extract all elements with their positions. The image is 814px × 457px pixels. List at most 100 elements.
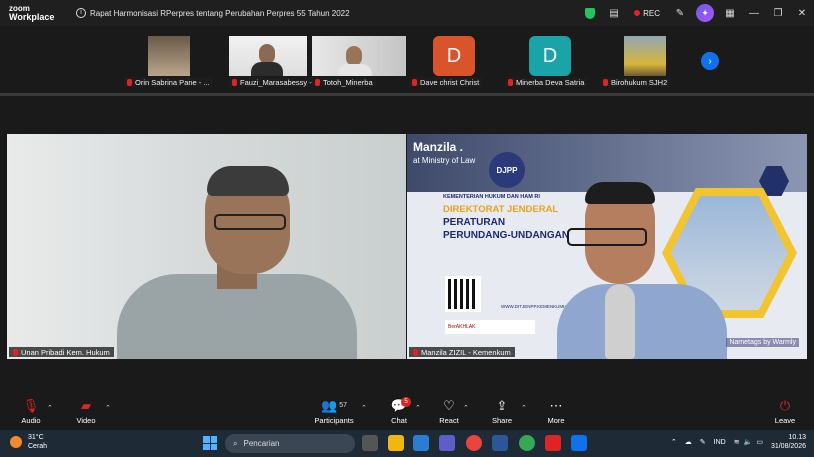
system-tray: ⌃ ☁ ✎ IND ≋ 🔈 ▭ 10.13 31/08/2026 xyxy=(671,433,806,451)
clock[interactable]: 10.13 31/08/2026 xyxy=(771,433,806,451)
participant-thumb[interactable]: Totoh_Minerba xyxy=(312,36,406,88)
chrome-profile-icon[interactable] xyxy=(519,435,535,451)
chat-options-caret[interactable]: ⌃ xyxy=(415,404,421,412)
more-label: More xyxy=(547,416,565,425)
restore-icon[interactable]: ❐ xyxy=(766,0,790,26)
banner-ministry: KEMENTERIAN HUKUM DAN HAM RI xyxy=(443,194,540,200)
meeting-info-icon[interactable]: i xyxy=(76,8,86,18)
pen-icon[interactable]: ✎ xyxy=(700,438,706,446)
next-page-button[interactable]: › xyxy=(701,52,719,70)
pdf-reader-icon[interactable] xyxy=(545,435,561,451)
speaker-figure-glasses xyxy=(214,214,286,230)
nametag-name: Manzila . xyxy=(413,140,464,154)
chrome-icon[interactable] xyxy=(466,435,482,451)
qr-code xyxy=(445,276,481,312)
language-indicator[interactable]: IND xyxy=(714,439,726,446)
mic-muted-icon xyxy=(508,78,513,86)
logo-bottom: Workplace xyxy=(9,12,55,22)
audio-button[interactable]: 🎙 Audio xyxy=(19,395,43,430)
nametag-watermark: Nametags by Warmly xyxy=(726,338,799,347)
teams-icon[interactable] xyxy=(439,435,455,451)
wifi-icon[interactable]: ≋ xyxy=(734,438,740,446)
notes-app-icon[interactable] xyxy=(413,435,429,451)
search-placeholder: Pencarian xyxy=(243,439,280,448)
magic-wand-icon[interactable]: ✎ xyxy=(668,0,692,26)
ai-companion-icon[interactable]: ✦ xyxy=(696,4,714,22)
windows-taskbar: 31°C Cerah ⌕ Pencarian ⌃ ☁ ✎ IND ≋ 🔈 ▭ 1… xyxy=(0,430,814,457)
participant-name: Totoh_Minerba xyxy=(312,77,376,87)
volume-icon[interactable]: 🔈 xyxy=(744,438,753,446)
security-shield-icon[interactable] xyxy=(578,0,602,26)
recording-indicator[interactable]: REC xyxy=(634,9,660,18)
mic-muted-icon: 🎙 xyxy=(22,398,40,413)
battery-icon[interactable]: ▭ xyxy=(756,438,763,446)
file-explorer-icon[interactable] xyxy=(388,435,404,451)
weather-widget[interactable]: 31°C Cerah xyxy=(10,433,47,451)
leave-button[interactable]: ⏻ Leave xyxy=(772,395,798,430)
participants-button[interactable]: 👥 57 Participants xyxy=(312,395,356,430)
video-name-label: Unan Pribadi Kem. Hukum xyxy=(9,347,114,357)
participants-label: Participants xyxy=(314,416,354,425)
chevron-up-icon[interactable]: ⌃ xyxy=(671,438,677,446)
more-icon: ⋯ xyxy=(549,398,563,413)
participant-video xyxy=(229,36,307,76)
react-button[interactable]: ♡ React xyxy=(437,395,461,430)
video-button[interactable]: ▰ Video xyxy=(74,395,98,430)
share-button[interactable]: ⇪ Share xyxy=(490,395,514,430)
banner-directorate: DIREKTORAT JENDERAL xyxy=(443,204,559,215)
video-off-icon: ▰ xyxy=(81,398,91,413)
participant-thumb[interactable]: D Minerba Deva Satria xyxy=(505,36,591,88)
participant-thumb[interactable]: Birohukum SJH2 xyxy=(600,36,672,88)
start-button[interactable] xyxy=(203,436,217,450)
speaker-figure-hair xyxy=(207,166,289,196)
cloud-icon[interactable]: ☁ xyxy=(685,438,692,446)
close-icon[interactable]: ✕ xyxy=(790,0,814,26)
clock-date: 31/08/2026 xyxy=(770,443,806,450)
recording-dot-icon xyxy=(634,10,641,16)
video-options-caret[interactable]: ⌃ xyxy=(105,404,111,412)
weather-text: 31°C Cerah xyxy=(28,433,47,451)
participant-video xyxy=(312,36,406,76)
weather-temp: 31°C xyxy=(28,434,44,441)
participants-options-caret[interactable]: ⌃ xyxy=(361,404,367,412)
more-button[interactable]: ⋯ More xyxy=(544,395,568,430)
mic-muted-icon xyxy=(412,78,417,86)
participant-name: Dave christ Christ xyxy=(409,77,483,87)
speaker-figure-hair xyxy=(585,182,655,204)
video-label: Video xyxy=(76,416,96,425)
task-view-icon[interactable] xyxy=(362,435,378,451)
mic-muted-icon xyxy=(413,348,418,356)
mic-muted-icon xyxy=(603,78,608,86)
zoom-app-icon[interactable] xyxy=(571,435,587,451)
zoom-window: zoom Workplace i Rapat Harmonisasi RPerp… xyxy=(0,0,814,457)
minimize-icon[interactable]: — xyxy=(742,0,766,26)
participant-thumb[interactable]: Orin Sabrina Pane - ... xyxy=(124,36,214,88)
main-video-right[interactable]: DJPP Manzila . at Ministry of Law KEMENT… xyxy=(407,134,807,359)
meeting-controls: 🎙 Audio ⌃ ▰ Video ⌃ 👥 57 Participants ⌃ 💬… xyxy=(0,395,814,430)
react-label: React xyxy=(439,416,459,425)
participant-name: Minerba Deva Satria xyxy=(505,77,588,87)
heart-icon: ♡ xyxy=(443,398,455,413)
taskbar-search[interactable]: ⌕ Pencarian xyxy=(225,434,355,453)
djpp-logo: DJPP xyxy=(489,152,525,188)
speaker-figure xyxy=(557,284,727,359)
react-options-caret[interactable]: ⌃ xyxy=(463,404,469,412)
strip-divider[interactable] xyxy=(0,93,814,96)
participant-avatar: D xyxy=(529,36,571,76)
clock-time: 10.13 xyxy=(788,434,806,441)
apps-icon[interactable]: ▦ xyxy=(718,0,742,26)
leave-icon: ⏻ xyxy=(779,398,791,413)
title-bar: zoom Workplace i Rapat Harmonisasi RPerp… xyxy=(0,0,814,26)
main-video-left[interactable]: Unan Pribadi Kem. Hukum xyxy=(7,134,406,359)
weather-desc: Cerah xyxy=(28,443,48,450)
word-icon[interactable] xyxy=(492,435,508,451)
participant-strip: Orin Sabrina Pane - ... Fauzi_Marasabess… xyxy=(0,26,814,93)
mic-muted-icon xyxy=(315,78,320,86)
participant-thumb[interactable]: Fauzi_Marasabessy - ... xyxy=(229,36,324,88)
notes-icon[interactable]: ▤ xyxy=(602,0,626,26)
audio-options-caret[interactable]: ⌃ xyxy=(47,404,53,412)
nametag-org: at Ministry of Law xyxy=(413,156,476,165)
share-options-caret[interactable]: ⌃ xyxy=(521,404,527,412)
participant-thumb[interactable]: D Dave christ Christ xyxy=(409,36,491,88)
video-name-label: Manzila ZIZIL - Kemenkum xyxy=(409,347,515,357)
